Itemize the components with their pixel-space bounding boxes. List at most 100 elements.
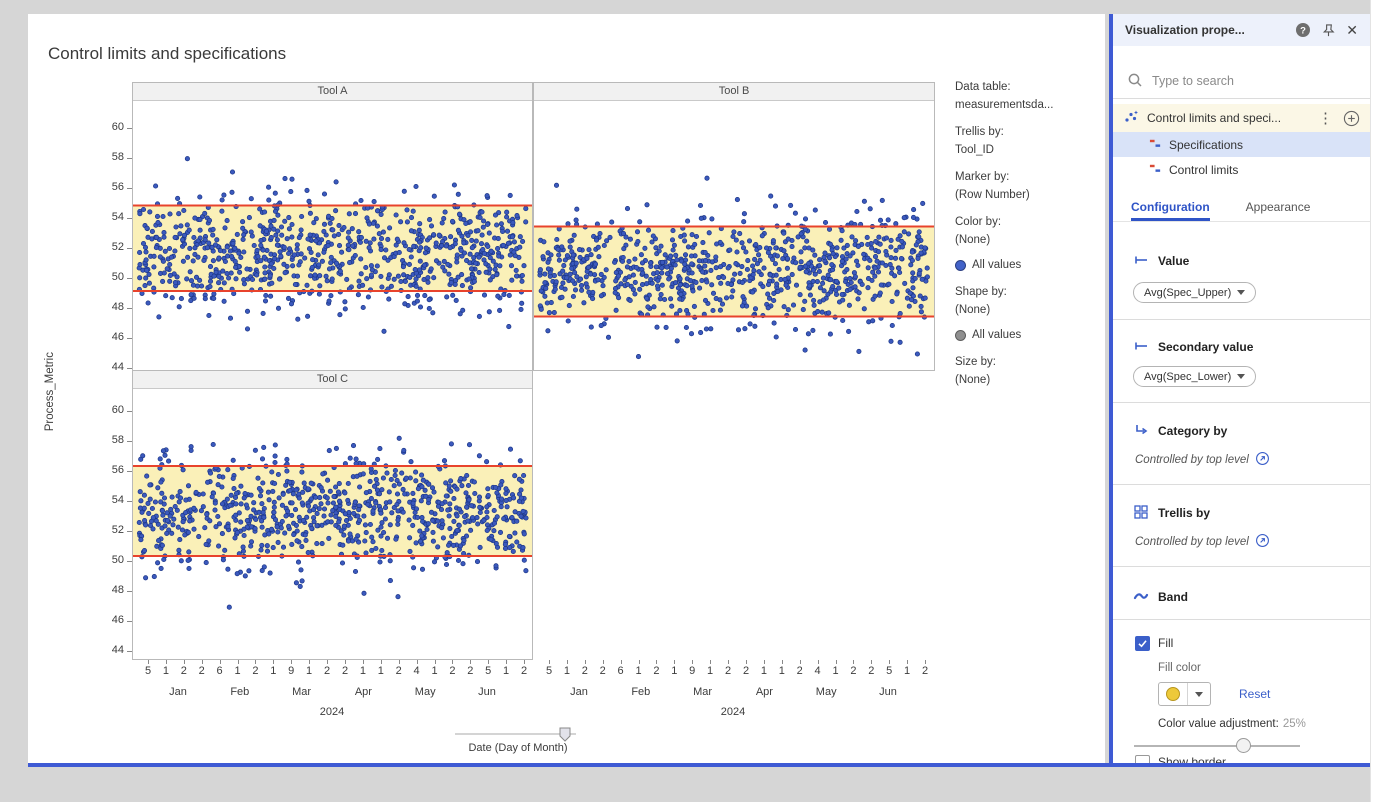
x-tick-label: 2 bbox=[917, 665, 933, 677]
trellis-panel-header[interactable]: Tool B bbox=[534, 83, 934, 101]
x-tick-label: 2 bbox=[176, 665, 192, 677]
legend-color-by-value[interactable]: (None) bbox=[955, 231, 1105, 249]
chevron-down-icon bbox=[1195, 692, 1203, 697]
controlled-by-top-level-icon[interactable] bbox=[1255, 533, 1270, 551]
slider-track[interactable] bbox=[1134, 745, 1300, 747]
y-tick-mark bbox=[127, 338, 132, 339]
color-adjustment-slider[interactable] bbox=[1134, 738, 1300, 754]
x-tick-label: 2 bbox=[720, 665, 736, 677]
section-trellis-by: Trellis by bbox=[1133, 504, 1210, 522]
legend-marker-by-value[interactable]: (Row Number) bbox=[955, 186, 1105, 204]
x-tick-label: 1 bbox=[702, 665, 718, 677]
show-border-checkbox[interactable] bbox=[1135, 755, 1150, 764]
slider-thumb[interactable] bbox=[1236, 738, 1251, 753]
x-tick-mark bbox=[871, 660, 872, 664]
y-tick-label: 50 bbox=[86, 554, 124, 566]
legend-shape-by-value[interactable]: (None) bbox=[955, 301, 1105, 319]
x-tick-mark bbox=[836, 660, 837, 664]
legend-shape-all-values[interactable]: All values bbox=[955, 326, 1105, 344]
x-tick-label: 5 bbox=[140, 665, 156, 677]
y-tick-mark bbox=[127, 531, 132, 532]
x-tick-label: 2 bbox=[648, 665, 664, 677]
trellis-panel-tool-c[interactable]: Tool C bbox=[132, 370, 533, 660]
right-scrollbar-gutter[interactable] bbox=[1370, 0, 1398, 802]
tree-item-control-limits[interactable]: Control limits bbox=[1113, 157, 1370, 182]
fill-color-swatch[interactable] bbox=[1158, 682, 1211, 706]
y-tick-label: 56 bbox=[86, 464, 124, 476]
y-axis-title[interactable]: Process_Metric bbox=[44, 352, 56, 431]
x-tick-label: 5 bbox=[480, 665, 496, 677]
scatter-plot-area[interactable] bbox=[133, 389, 532, 659]
secondary-value-dropdown[interactable]: Avg(Spec_Lower) bbox=[1133, 366, 1256, 387]
color-value-adjustment: Color value adjustment:25% bbox=[1158, 718, 1306, 730]
x-tick-mark bbox=[488, 660, 489, 664]
properties-panel-title: Visualization prope... bbox=[1125, 23, 1285, 37]
kebab-menu-icon[interactable]: ⋮ bbox=[1316, 109, 1335, 127]
x-tick-mark bbox=[381, 660, 382, 664]
x-tick-mark bbox=[925, 660, 926, 664]
fill-checkbox-row[interactable]: Fill bbox=[1135, 635, 1173, 651]
x-tick-mark bbox=[220, 660, 221, 664]
x-tick-label: 2 bbox=[247, 665, 263, 677]
x-tick-label: 1 bbox=[498, 665, 514, 677]
x-tick-label: 1 bbox=[899, 665, 915, 677]
color-dot-icon bbox=[955, 260, 966, 271]
x-tick-label: 2 bbox=[444, 665, 460, 677]
fill-checkbox[interactable] bbox=[1135, 636, 1150, 651]
close-icon[interactable]: ✕ bbox=[1346, 23, 1358, 37]
value-dropdown[interactable]: Avg(Spec_Upper) bbox=[1133, 282, 1256, 303]
x-tick-label: 1 bbox=[666, 665, 682, 677]
x-tick-mark bbox=[417, 660, 418, 664]
x-tick-label: 6 bbox=[613, 665, 629, 677]
help-icon[interactable]: ? bbox=[1295, 22, 1311, 38]
controlled-by-top-level-icon[interactable] bbox=[1255, 451, 1270, 469]
scatter-plot-area[interactable] bbox=[133, 101, 532, 370]
x-tick-label: 2 bbox=[845, 665, 861, 677]
x-tick-mark bbox=[549, 660, 550, 664]
trellis-panel-tool-b[interactable]: Tool B bbox=[533, 82, 935, 371]
legend-data-table-value[interactable]: measurementsda... bbox=[955, 96, 1105, 114]
legend-trellis-by-value[interactable]: Tool_ID bbox=[955, 141, 1105, 159]
tree-item-specifications[interactable]: Specifications bbox=[1113, 132, 1370, 157]
legend-color-all-values[interactable]: All values bbox=[955, 256, 1105, 274]
search-input[interactable] bbox=[1152, 74, 1342, 88]
y-tick-label: 46 bbox=[86, 331, 124, 343]
axis-slider-track[interactable] bbox=[448, 718, 588, 742]
tab-configuration[interactable]: Configuration bbox=[1131, 192, 1210, 221]
category-by-icon bbox=[1133, 422, 1149, 441]
reset-link[interactable]: Reset bbox=[1239, 687, 1270, 701]
x-tick-mark bbox=[452, 660, 453, 664]
y-tick-mark bbox=[127, 621, 132, 622]
add-feature-icon[interactable] bbox=[1343, 110, 1360, 127]
x-tick-mark bbox=[710, 660, 711, 664]
trellis-panel-header[interactable]: Tool A bbox=[133, 83, 532, 101]
search-bar[interactable] bbox=[1113, 64, 1370, 98]
scatter-plot-area[interactable] bbox=[534, 101, 934, 370]
x-tick-label: 2 bbox=[595, 665, 611, 677]
x-tick-label: 1 bbox=[158, 665, 174, 677]
x-axis-title[interactable]: Date (Day of Month) bbox=[448, 742, 588, 754]
x-tick-mark bbox=[291, 660, 292, 664]
feature-root-item[interactable]: Control limits and speci... ⋮ bbox=[1113, 104, 1370, 132]
x-tick-mark bbox=[148, 660, 149, 664]
y-tick-label: 52 bbox=[86, 524, 124, 536]
legend-size-by-value[interactable]: (None) bbox=[955, 371, 1105, 389]
x-tick-mark bbox=[309, 660, 310, 664]
x-tick-mark bbox=[621, 660, 622, 664]
tab-appearance[interactable]: Appearance bbox=[1246, 192, 1311, 221]
y-tick-label: 44 bbox=[86, 644, 124, 656]
trellis-panel-tool-a[interactable]: Tool A bbox=[132, 82, 533, 371]
x-tick-mark bbox=[435, 660, 436, 664]
bottom-dock-divider[interactable] bbox=[28, 763, 1370, 767]
y-tick-mark bbox=[127, 278, 132, 279]
x-tick-label: 1 bbox=[427, 665, 443, 677]
trellis-panel-header[interactable]: Tool C bbox=[133, 371, 532, 389]
trellis-by-note: Controlled by top level bbox=[1135, 534, 1270, 550]
show-border-row[interactable]: Show border bbox=[1135, 754, 1226, 763]
visualization-canvas[interactable]: Control limits and specifications Proces… bbox=[28, 14, 1105, 763]
y-tick-label: 58 bbox=[86, 434, 124, 446]
x-tick-mark bbox=[184, 660, 185, 664]
legend: Data table: measurementsda... Trellis by… bbox=[955, 78, 1105, 398]
y-tick-mark bbox=[127, 128, 132, 129]
pin-icon[interactable] bbox=[1321, 23, 1336, 38]
